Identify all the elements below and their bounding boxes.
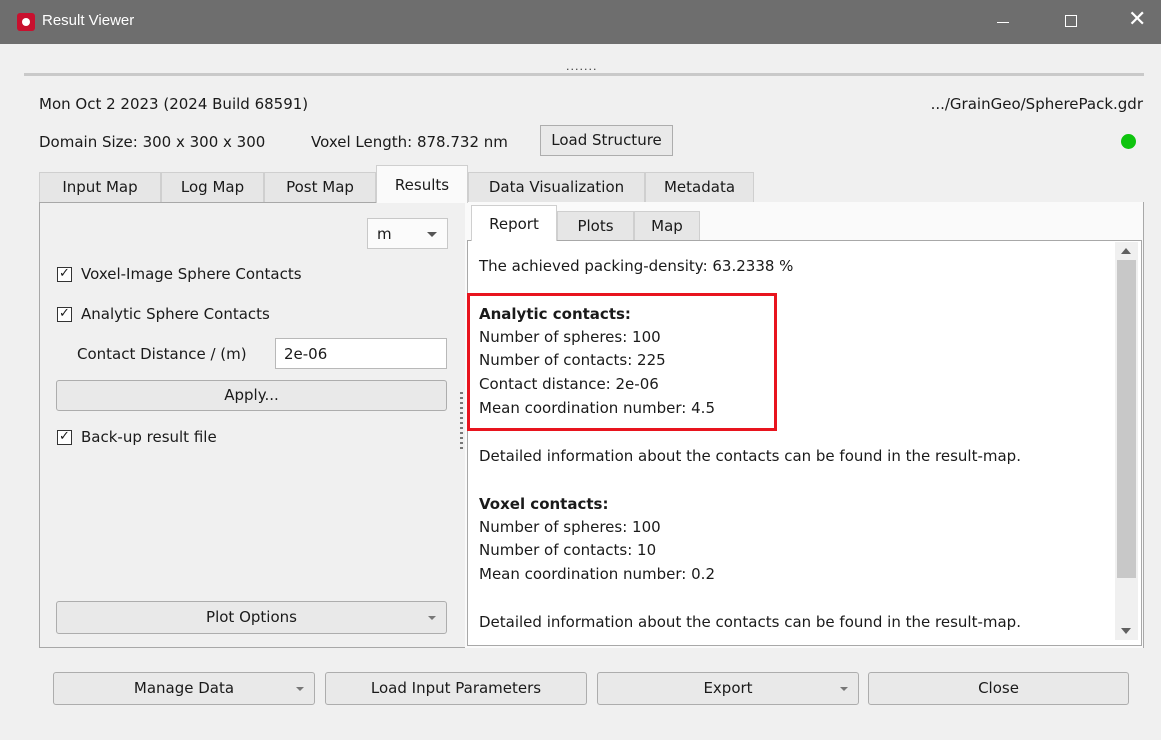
maximize-icon [1065, 15, 1077, 27]
tab-post-map[interactable]: Post Map [264, 172, 376, 202]
voxel-contacts-line: Number of contacts: 10 [479, 541, 657, 559]
analytic-detail-line: Detailed information about the contacts … [479, 447, 1021, 465]
plot-options-label: Plot Options [206, 608, 297, 626]
minimize-button[interactable] [980, 0, 1026, 44]
voxel-contacts-checkbox[interactable]: ✓ [57, 266, 72, 282]
checkmark-icon: ✓ [59, 266, 70, 281]
minimize-icon [997, 22, 1009, 23]
tab-metadata[interactable]: Metadata [645, 172, 754, 202]
chevron-down-icon [840, 687, 848, 691]
title-bar: Result Viewer ✕ [0, 0, 1161, 44]
domain-size-label: Domain Size: 300 x 300 x 300 [39, 133, 266, 151]
close-button[interactable]: Close [868, 672, 1129, 705]
load-input-parameters-button[interactable]: Load Input Parameters [325, 672, 587, 705]
chevron-down-icon [296, 687, 304, 691]
window-close-button[interactable]: ✕ [1114, 0, 1160, 44]
packing-density-line: The achieved packing-density: 63.2338 % [479, 257, 794, 275]
scroll-thumb[interactable] [1117, 260, 1136, 578]
report-scrollbar[interactable] [1115, 242, 1138, 640]
tab-data-visualization[interactable]: Data Visualization [468, 172, 645, 202]
scroll-down-icon[interactable] [1121, 628, 1131, 634]
app-icon [17, 13, 35, 31]
manage-data-label: Manage Data [133, 679, 235, 697]
voxel-spheres-line: Number of spheres: 100 [479, 518, 661, 536]
analytic-contacts-highlight [467, 293, 777, 431]
apply-button[interactable]: Apply... [56, 380, 447, 411]
close-icon: ✕ [1128, 7, 1147, 32]
voxel-contacts-heading: Voxel contacts: [479, 495, 609, 513]
contact-distance-label: Contact Distance / (m) [77, 345, 247, 363]
maximize-button[interactable] [1048, 0, 1094, 44]
export-button[interactable]: Export [597, 672, 859, 705]
top-separator[interactable] [24, 73, 1144, 76]
status-indicator [1121, 134, 1136, 149]
backup-result-checkbox[interactable]: ✓ [57, 429, 72, 445]
tab-plots[interactable]: Plots [557, 211, 634, 240]
window-title: Result Viewer [42, 12, 135, 29]
voxel-length-label: Voxel Length: 878.732 nm [311, 133, 508, 151]
voxel-detail-line: Detailed information about the contacts … [479, 613, 1021, 631]
export-label: Export [703, 679, 753, 697]
chevron-down-icon [427, 232, 437, 237]
tab-report[interactable]: Report [471, 205, 557, 241]
scroll-up-icon[interactable] [1121, 248, 1131, 254]
load-structure-button[interactable]: Load Structure [540, 125, 673, 156]
tab-log-map[interactable]: Log Map [161, 172, 264, 202]
unit-select[interactable]: m [367, 218, 448, 249]
manage-data-button[interactable]: Manage Data [53, 672, 315, 705]
tab-map[interactable]: Map [634, 211, 700, 240]
voxel-coordination-line: Mean coordination number: 0.2 [479, 565, 715, 583]
panel-splitter[interactable] [460, 392, 463, 452]
chevron-down-icon [428, 616, 436, 620]
backup-result-label[interactable]: Back-up result file [81, 428, 217, 446]
tab-input-map[interactable]: Input Map [39, 172, 161, 202]
file-path-label: .../GrainGeo/SpherePack.gdr [930, 95, 1143, 113]
voxel-contacts-label[interactable]: Voxel-Image Sphere Contacts [81, 265, 302, 283]
analytic-contacts-label[interactable]: Analytic Sphere Contacts [81, 305, 270, 323]
checkmark-icon: ✓ [59, 306, 70, 321]
analytic-contacts-checkbox[interactable]: ✓ [57, 306, 72, 322]
contact-distance-input[interactable] [275, 338, 447, 369]
unit-select-value: m [377, 225, 392, 243]
date-build-label: Mon Oct 2 2023 (2024 Build 68591) [39, 95, 309, 113]
plot-options-button[interactable]: Plot Options [56, 601, 447, 634]
tab-results[interactable]: Results [376, 165, 468, 203]
checkmark-icon: ✓ [59, 429, 70, 444]
